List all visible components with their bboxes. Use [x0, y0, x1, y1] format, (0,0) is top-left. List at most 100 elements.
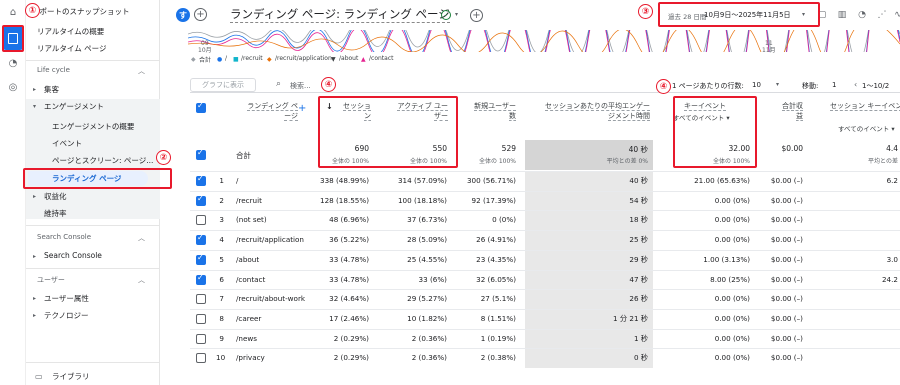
row-new-users: 1 (0.19%)	[480, 333, 516, 343]
annotation-4-left: ④	[321, 77, 336, 92]
row-checkbox[interactable]	[196, 233, 206, 246]
sidebar-item-engagement[interactable]: エンゲージメント	[44, 101, 104, 112]
share-icon[interactable]: ⋰	[876, 9, 888, 21]
row-checkbox[interactable]	[196, 353, 206, 364]
pagination-text: 1～10/2	[862, 82, 890, 90]
expand-arrow-icon[interactable]: ▸	[33, 193, 36, 200]
header-new-users[interactable]: 新規ユーザー数	[460, 101, 516, 121]
table-row[interactable]: 10/privacy 2 (0.29%) 2 (0.36%) 2 (0.38%) 0 秒…	[190, 348, 900, 369]
table-row[interactable]: 3 (not set) 48 (6.96%) 37 (6.73%) 0 (0%) 18 秒…	[190, 210, 900, 231]
expand-arrow-icon[interactable]: ▸	[33, 86, 36, 93]
advertising-icon[interactable]: ◎	[5, 79, 21, 95]
table-row[interactable]: 8/career 17 (2.46%) 10 (1.82%) 8 (1.51%) 1 分…	[190, 308, 900, 329]
select-all-checkbox[interactable]	[196, 101, 206, 113]
sidebar-item-retention[interactable]: 維持率	[44, 208, 67, 219]
legend-item-root[interactable]: /	[225, 55, 227, 62]
add-dimension-icon[interactable]: +	[298, 103, 306, 114]
sidebar-item-search-console[interactable]: Search Console	[44, 251, 102, 260]
row-avg-time: 1 秒	[633, 333, 648, 343]
avatar[interactable]: す	[176, 8, 190, 22]
table-row[interactable]: 1/338 (48.99%)314 (57.09%)300 (56.71%)40…	[190, 171, 900, 191]
row-new-users: 2 (0.38%)	[480, 353, 516, 363]
legend-item-about[interactable]: /about	[339, 55, 358, 62]
annotation-box-sessions-users	[318, 96, 458, 168]
session-key-filter[interactable]: すべてのイベント ▾	[838, 124, 900, 134]
chevron-up-icon[interactable]: ︿	[138, 275, 145, 285]
rows-dropdown-icon[interactable]: ▾	[776, 81, 779, 88]
row-checkbox[interactable]	[196, 194, 206, 206]
total-new-share: 全体の 100%	[478, 158, 516, 165]
row-checkbox[interactable]	[196, 333, 206, 344]
explore-icon[interactable]: ◔	[5, 55, 21, 71]
header-landing-page[interactable]: ランディング ページ	[240, 101, 298, 121]
sidebar-item-realtime-pages[interactable]: リアルタイム ページ	[37, 43, 107, 54]
collapse-arrow-icon[interactable]: ▾	[33, 103, 36, 110]
row-checkbox[interactable]	[196, 294, 206, 305]
row-active-users: 25 (4.55%)	[407, 254, 447, 264]
sidebar-item-realtime-overview[interactable]: リアルタイムの概要	[37, 26, 104, 37]
more-icon[interactable]: ∿	[892, 9, 900, 21]
sidebar-item-events[interactable]: イベント	[52, 138, 82, 149]
goto-input[interactable]: 1	[832, 81, 836, 89]
sidebar-item-acquisition[interactable]: 集客	[44, 84, 59, 95]
legend-item-total[interactable]: 合計	[199, 55, 211, 64]
row-checkbox[interactable]	[196, 273, 206, 285]
check-circle-icon[interactable]: ✓	[441, 10, 451, 20]
table-row[interactable]: 2/recruit128 (18.55%)100 (18.18%)92 (17.…	[190, 190, 900, 211]
row-sessions: 33 (4.78%)	[329, 254, 369, 264]
row-checkbox[interactable]	[196, 174, 206, 186]
header-avg-engagement-time[interactable]: セッションあたりの平均エンゲー ジメント時間	[525, 101, 650, 121]
row-number: 7	[219, 294, 224, 304]
total-avg-time-diff: 平均との差 0%	[606, 158, 648, 165]
table-row[interactable]: 4/recruit/application36 (5.22%)28 (5.09%…	[190, 230, 900, 251]
sidebar-item-technology[interactable]: テクノロジー	[44, 310, 89, 321]
sidebar-item-pages-screens[interactable]: ページとスクリーン: ページ...	[52, 155, 153, 166]
row-number: 2	[219, 195, 224, 205]
row-avg-time: 40 秒	[629, 176, 648, 185]
divider	[26, 362, 160, 363]
row-checkbox[interactable]	[196, 215, 206, 226]
plot-rows-button[interactable]: グラフに表示	[190, 78, 256, 92]
legend-item-recruit[interactable]: /recruit	[241, 55, 263, 62]
table-row[interactable]: 7/recruit/about-work 32 (4.64%) 29 (5.27%)…	[190, 289, 900, 310]
sidebar-item-snapshot[interactable]: レポートのスナップショット	[32, 6, 130, 17]
sidebar-item-monetization[interactable]: 収益化	[44, 191, 67, 202]
legend-item-application[interactable]: /recruit/application	[275, 55, 332, 62]
chevron-up-icon[interactable]: ︿	[138, 66, 145, 76]
sidebar-item-engagement-overview[interactable]: エンゲージメントの概要	[52, 121, 134, 132]
table-row[interactable]: 6/contact33 (4.78%)33 (6%)32 (6.05%)47 秒…	[190, 269, 900, 290]
row-number: 9	[219, 333, 224, 343]
row-checkbox[interactable]	[196, 313, 206, 324]
row-sessions: 36 (5.22%)	[329, 235, 369, 245]
table-row[interactable]: 5/about33 (4.78%)25 (4.55%)23 (4.35%)29 …	[190, 249, 900, 270]
total-revenue: $0.00	[781, 144, 803, 153]
search-input[interactable]: 検索...	[290, 81, 311, 91]
row-checkbox[interactable]	[196, 253, 206, 265]
row-revenue: $0.00 (–)	[770, 215, 803, 225]
row-avg-time: 25 秒	[629, 235, 648, 245]
dropdown-arrow-icon[interactable]: ▾	[455, 11, 458, 18]
row-avg-time: 47 秒	[629, 274, 648, 284]
header-total-revenue[interactable]: 合計収益	[765, 101, 803, 121]
totals-checkbox[interactable]	[196, 148, 206, 160]
expand-arrow-icon[interactable]: ▸	[33, 253, 36, 260]
expand-arrow-icon[interactable]: ▸	[33, 312, 36, 319]
row-sessions: 48 (6.96%)	[329, 215, 369, 225]
sidebar-item-user-attributes[interactable]: ユーザー属性	[44, 293, 89, 304]
sidebar-item-library[interactable]: ライブラリ	[52, 371, 90, 382]
section-users: ユーザー	[37, 276, 65, 284]
home-icon[interactable]: ⌂	[5, 4, 21, 20]
table-row[interactable]: 9/news 2 (0.29%) 2 (0.36%) 1 (0.19%) 1 秒 0.00…	[190, 328, 900, 349]
prev-page-icon[interactable]: ‹	[854, 80, 857, 89]
row-revenue: $0.00 (–)	[770, 333, 803, 343]
chevron-up-icon[interactable]: ︿	[138, 233, 145, 243]
expand-arrow-icon[interactable]: ▸	[33, 295, 36, 302]
header-session-key-event-rate[interactable]: セッション キーイベン	[830, 101, 900, 111]
legend-item-contact[interactable]: /contact	[369, 55, 393, 62]
legend-marker-root: ●	[217, 56, 223, 63]
add-card-icon[interactable]: +	[470, 9, 483, 22]
add-comparison-icon[interactable]: +	[194, 8, 207, 21]
insights-icon[interactable]: ◔	[856, 9, 868, 21]
compare-icon[interactable]: ▥	[836, 9, 848, 21]
rows-per-page-select[interactable]: 10	[752, 81, 761, 89]
